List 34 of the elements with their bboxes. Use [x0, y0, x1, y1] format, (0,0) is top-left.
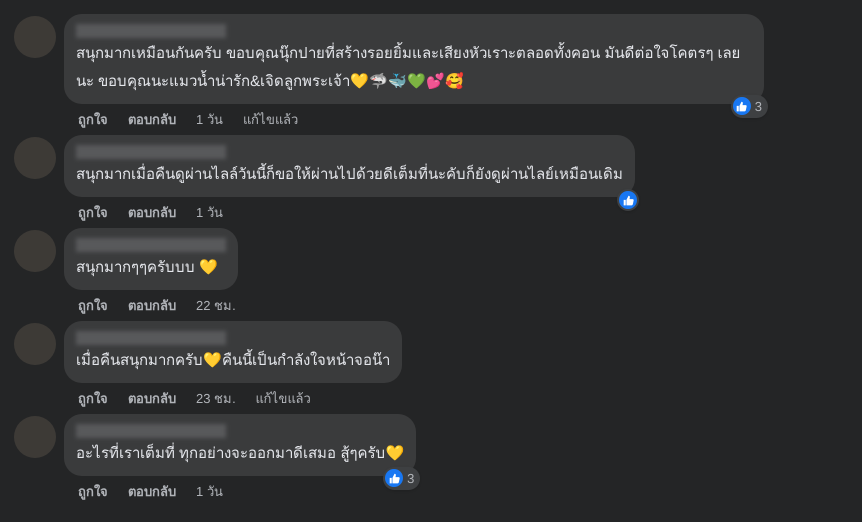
like-link[interactable]: ถูกใจ [78, 110, 108, 130]
avatar-placeholder [14, 416, 56, 458]
like-reaction-badge[interactable]: 3 [730, 94, 768, 118]
thumbs-up-icon [736, 100, 748, 112]
avatar-placeholder [14, 323, 56, 365]
thumbs-up-icon [388, 472, 400, 484]
avatar-placeholder [14, 16, 56, 58]
comment-text: อะไรที่เราเต็มที่ ทุกอย่างจะออกมาดีเสมอ สู้ๆครับ💛 [76, 440, 404, 468]
comment-text: สนุกมากๆๆครับบบ 💛 [76, 258, 220, 278]
comment-time[interactable]: 22 ชม. [196, 296, 236, 316]
edited-label: แก้ไขแล้ว [256, 390, 311, 408]
comment-time[interactable]: 23 ชม. [196, 388, 236, 408]
avatar-placeholder [14, 230, 56, 272]
comment-text: สนุกมากเหมือนกันครับ ขอบคุณนุ๊กปายที่สร้างรอยยิ้มและเสียงหัวเราะตลอดทั้งคอน มันดีต่อใจโคตรๆ เลยนะ ขอบคุณนะแมวน้ำน่ารัก&เจิดลูกพระเจ้า💛🦈🐳💚💕🥰 [76, 40, 752, 96]
comment-time[interactable]: 1 วัน [196, 482, 223, 502]
reply-link[interactable]: ตอบกลับ [128, 110, 176, 130]
reaction-count: 3 [754, 98, 763, 116]
comment-time[interactable]: 1 วัน [196, 202, 223, 222]
like-link[interactable]: ถูกใจ [78, 388, 108, 408]
like-reaction-badge[interactable]: 3 [383, 466, 420, 490]
reply-link[interactable]: ตอบกลับ [128, 482, 176, 502]
comment-text: สนุกมากเมื่อคืนดูผ่านไลล์วันนี้ก็ขอให้ผ่านไปด้วยดีเต็มที่นะคับก็ยังดูผ่านไลย์เหมือนเดิม [76, 161, 623, 189]
reply-link[interactable]: ตอบกลับ [128, 388, 176, 408]
comment-time[interactable]: 1 วัน [196, 110, 223, 130]
reaction-count: 3 [407, 470, 416, 488]
avatar-placeholder [14, 137, 56, 179]
reply-link[interactable]: ตอบกลับ [128, 202, 176, 222]
like-link[interactable]: ถูกใจ [78, 202, 108, 222]
like-link[interactable]: ถูกใจ [78, 482, 108, 502]
comment-text: เมื่อคืนสนุกมากครับ💛คืนนี้เป็นกำลังใจหน้าจอน๊า [76, 347, 390, 375]
reply-link[interactable]: ตอบกลับ [128, 296, 176, 316]
edited-label: แก้ไขแล้ว [242, 110, 298, 129]
thumbs-up-icon [622, 194, 634, 206]
like-link[interactable]: ถูกใจ [78, 296, 108, 316]
